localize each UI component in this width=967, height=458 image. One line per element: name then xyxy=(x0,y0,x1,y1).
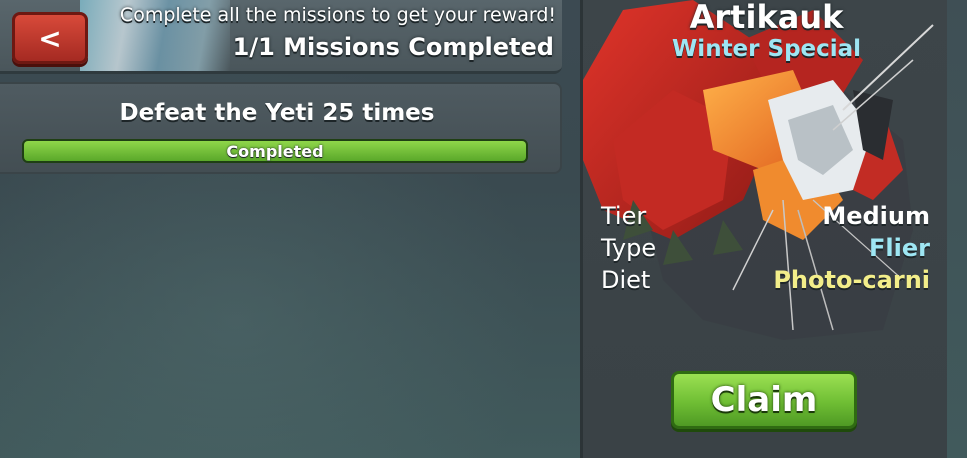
missions-completed-count: 1/1 Missions Completed xyxy=(232,33,554,61)
creature-name: Artikauk xyxy=(689,0,844,36)
claim-label: Claim xyxy=(710,380,818,420)
stat-value: Medium xyxy=(822,202,930,230)
stat-row-diet: Diet Photo-carni xyxy=(601,266,930,298)
stat-value: Flier xyxy=(869,234,930,262)
creature-event-tag: Winter Special xyxy=(671,36,862,62)
claim-button[interactable]: Claim xyxy=(671,371,857,429)
back-arrow-icon: < xyxy=(38,21,62,55)
right-edge-background xyxy=(947,0,967,458)
stat-label: Type xyxy=(601,234,657,262)
mission-progress-bar: Completed xyxy=(22,139,528,163)
reward-panel: Artikauk Winter Special Tier Medium Type… xyxy=(580,0,953,458)
mission-card: Defeat the Yeti 25 times Completed xyxy=(0,82,562,174)
stat-value: Photo-carni xyxy=(773,266,930,294)
stat-row-type: Type Flier xyxy=(601,234,930,266)
missions-header: < Complete all the missions to get your … xyxy=(0,0,562,74)
stat-label: Diet xyxy=(601,266,651,294)
stat-row-tier: Tier Medium xyxy=(601,202,930,234)
mission-title: Defeat the Yeti 25 times xyxy=(119,100,435,126)
stat-label: Tier xyxy=(601,202,647,230)
mission-instructions: Complete all the missions to get your re… xyxy=(119,4,556,26)
progress-status-label: Completed xyxy=(226,141,324,161)
back-button[interactable]: < xyxy=(12,12,88,64)
